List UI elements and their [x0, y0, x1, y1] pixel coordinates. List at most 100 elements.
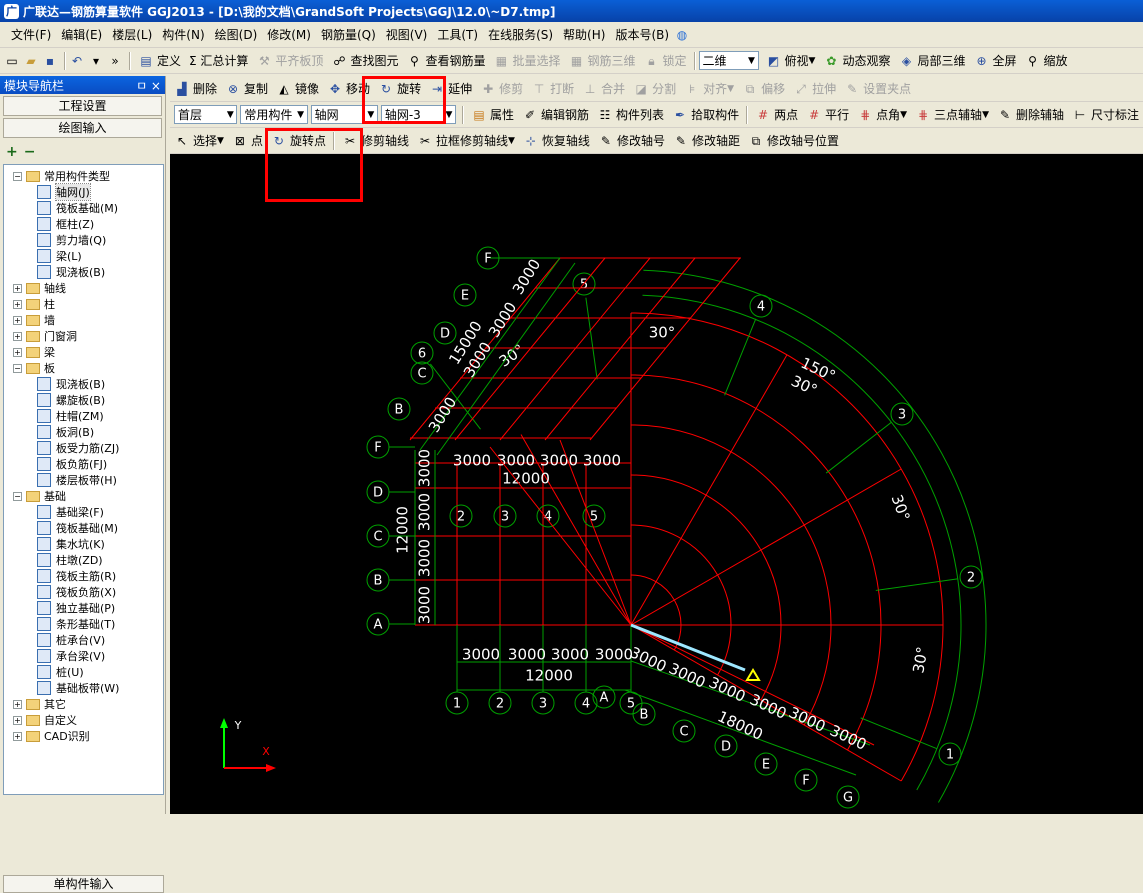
restore-axis-button[interactable]: ⊹ 恢复轴线: [519, 130, 594, 152]
three-points-button[interactable]: ⋕ 三点辅轴 ▼: [911, 104, 993, 126]
extend-button[interactable]: ⇥ 延伸: [425, 78, 476, 100]
undo-icon[interactable]: ↶: [69, 53, 85, 69]
properties-button[interactable]: ▤ 属性: [467, 104, 518, 126]
tree-item[interactable]: 桩(U): [7, 664, 163, 680]
redo-icon[interactable]: ▾: [88, 53, 104, 69]
expand-icon[interactable]: +: [13, 347, 22, 357]
menu-online[interactable]: 在线服务(S): [483, 26, 558, 43]
component-select[interactable]: 轴网 ▼: [310, 105, 378, 124]
save-icon[interactable]: ▪: [42, 53, 58, 69]
open-file-icon[interactable]: ▰: [23, 53, 39, 69]
setpoint-button[interactable]: ✎ 设置夹点: [840, 78, 915, 100]
drawing-canvas[interactable]: 1 2 3 4 5 6 30° 30° 150° 30° 30° 30° 1 2 3 4 5 2 3 4 5 A B C D F 3…: [170, 154, 1143, 814]
menu-file[interactable]: 文件(F): [6, 26, 56, 43]
tree-folder[interactable]: + 门窗洞: [7, 328, 163, 344]
tree-item[interactable]: 基础板带(W): [7, 680, 163, 696]
sum-button[interactable]: Σ 汇总计算: [185, 50, 252, 72]
single-input-button[interactable]: 单构件输入: [3, 875, 164, 893]
tree-item[interactable]: 柱帽(ZM): [7, 408, 163, 424]
expand-icon[interactable]: +: [13, 315, 22, 325]
project-settings-button[interactable]: 工程设置: [3, 96, 162, 116]
tree-folder[interactable]: + 其它: [7, 696, 163, 712]
point-button[interactable]: ⊠ 点: [228, 130, 267, 152]
topview-button[interactable]: ◩ 俯视 ▼: [762, 50, 820, 72]
batch-select-button[interactable]: ▦ 批量选择: [489, 50, 564, 72]
tree-item[interactable]: 桩承台(V): [7, 632, 163, 648]
tree-folder[interactable]: + 自定义: [7, 712, 163, 728]
define-button[interactable]: ▤ 定义: [134, 50, 185, 72]
two-points-button[interactable]: # 两点: [751, 104, 802, 126]
menu-edit[interactable]: 编辑(E): [56, 26, 107, 43]
tree-item[interactable]: 板受力筋(ZJ): [7, 440, 163, 456]
overflow-icon[interactable]: »: [107, 53, 123, 69]
tree-item[interactable]: 条形基础(T): [7, 616, 163, 632]
offset-button[interactable]: ⧉ 偏移: [738, 78, 789, 100]
tree-item[interactable]: 集水坑(K): [7, 536, 163, 552]
tree-item[interactable]: 螺旋板(B): [7, 392, 163, 408]
tree-item[interactable]: 现浇板(B): [7, 264, 163, 280]
tree-item[interactable]: 独立基础(P): [7, 600, 163, 616]
tree-item[interactable]: 板洞(B): [7, 424, 163, 440]
stretch-button[interactable]: ⤢ 拉伸: [789, 78, 840, 100]
new-file-icon[interactable]: ▭: [4, 53, 20, 69]
online-help-icon[interactable]: ◍: [674, 27, 690, 43]
expand-all-icon[interactable]: +: [6, 144, 18, 160]
flatten-button[interactable]: ⚒ 平齐板顶: [252, 50, 327, 72]
draw-input-button[interactable]: 绘图输入: [3, 118, 162, 138]
menu-view[interactable]: 视图(V): [381, 26, 433, 43]
tree-folder[interactable]: + 墙: [7, 312, 163, 328]
tree-item[interactable]: 筏板基础(M): [7, 520, 163, 536]
tree-item[interactable]: 板负筋(FJ): [7, 456, 163, 472]
tree-item[interactable]: 梁(L): [7, 248, 163, 264]
menu-help[interactable]: 帮助(H): [558, 26, 610, 43]
break-button[interactable]: ⊤ 打断: [527, 78, 578, 100]
expand-icon[interactable]: +: [13, 331, 22, 341]
collapse-icon[interactable]: −: [13, 491, 22, 501]
expand-icon[interactable]: +: [13, 699, 22, 709]
modify-axis-pos-button[interactable]: ⧉ 修改轴号位置: [744, 130, 843, 152]
tree-item[interactable]: 筏板主筋(R): [7, 568, 163, 584]
tree-item[interactable]: 承台梁(V): [7, 648, 163, 664]
menu-floor[interactable]: 楼层(L): [107, 26, 157, 43]
tree-item[interactable]: 筏板基础(M): [7, 200, 163, 216]
view-rebar-button[interactable]: ⚲ 查看钢筋量: [402, 50, 489, 72]
tree-item[interactable]: 楼层板带(H): [7, 472, 163, 488]
component-type-select[interactable]: 常用构件 ▼: [240, 105, 308, 124]
tree-folder[interactable]: + 轴线: [7, 280, 163, 296]
tree-item[interactable]: 筏板负筋(X): [7, 584, 163, 600]
select-button[interactable]: ↖ 选择 ▼: [170, 130, 228, 152]
collapse-all-icon[interactable]: −: [24, 144, 36, 160]
tree-item[interactable]: 柱墩(ZD): [7, 552, 163, 568]
collapse-icon[interactable]: −: [13, 171, 22, 181]
menu-rebar[interactable]: 钢筋量(Q): [316, 26, 381, 43]
tree-folder[interactable]: − 板: [7, 360, 163, 376]
tree-folder[interactable]: + 柱: [7, 296, 163, 312]
tree-item[interactable]: 现浇板(B): [7, 376, 163, 392]
tree-folder[interactable]: + CAD识别: [7, 728, 163, 744]
trim-axis-button[interactable]: ✂ 修剪轴线: [338, 130, 413, 152]
expand-icon[interactable]: +: [13, 283, 22, 293]
edit-rebar-button[interactable]: ✐ 编辑钢筋: [518, 104, 593, 126]
component-list-button[interactable]: ☷ 构件列表: [593, 104, 668, 126]
delete-aux-button[interactable]: ✎ 删除辅轴: [993, 104, 1068, 126]
collapse-icon[interactable]: −: [13, 363, 22, 373]
align-button[interactable]: ⊧ 对齐 ▼: [680, 78, 738, 100]
tree-folder[interactable]: − 基础: [7, 488, 163, 504]
point-angle-button[interactable]: ⋕ 点角 ▼: [853, 104, 911, 126]
menu-modify[interactable]: 修改(M): [262, 26, 316, 43]
view-mode-select[interactable]: 二维 ▼: [698, 51, 759, 70]
pick-button[interactable]: ✒ 拾取构件: [668, 104, 743, 126]
menu-component[interactable]: 构件(N): [157, 26, 209, 43]
copy-button[interactable]: ⊗ 复制: [221, 78, 272, 100]
mirror-button[interactable]: ◭ 镜像: [272, 78, 323, 100]
menu-draw[interactable]: 绘图(D): [210, 26, 263, 43]
menu-version[interactable]: 版本号(B): [610, 26, 674, 43]
trim-button[interactable]: ✚ 修剪: [476, 78, 527, 100]
dynamic-button[interactable]: ✿ 动态观察: [819, 50, 894, 72]
merge-button[interactable]: ⊥ 合并: [578, 78, 629, 100]
floor-select[interactable]: 首层 ▼: [174, 105, 238, 124]
rotate-point-button[interactable]: ↻ 旋转点: [267, 130, 330, 152]
tree-item[interactable]: 轴网(J): [7, 183, 163, 201]
fullscreen-button[interactable]: ⊕ 全屏: [969, 50, 1020, 72]
box-trim-button[interactable]: ✂ 拉框修剪轴线 ▼: [413, 130, 519, 152]
